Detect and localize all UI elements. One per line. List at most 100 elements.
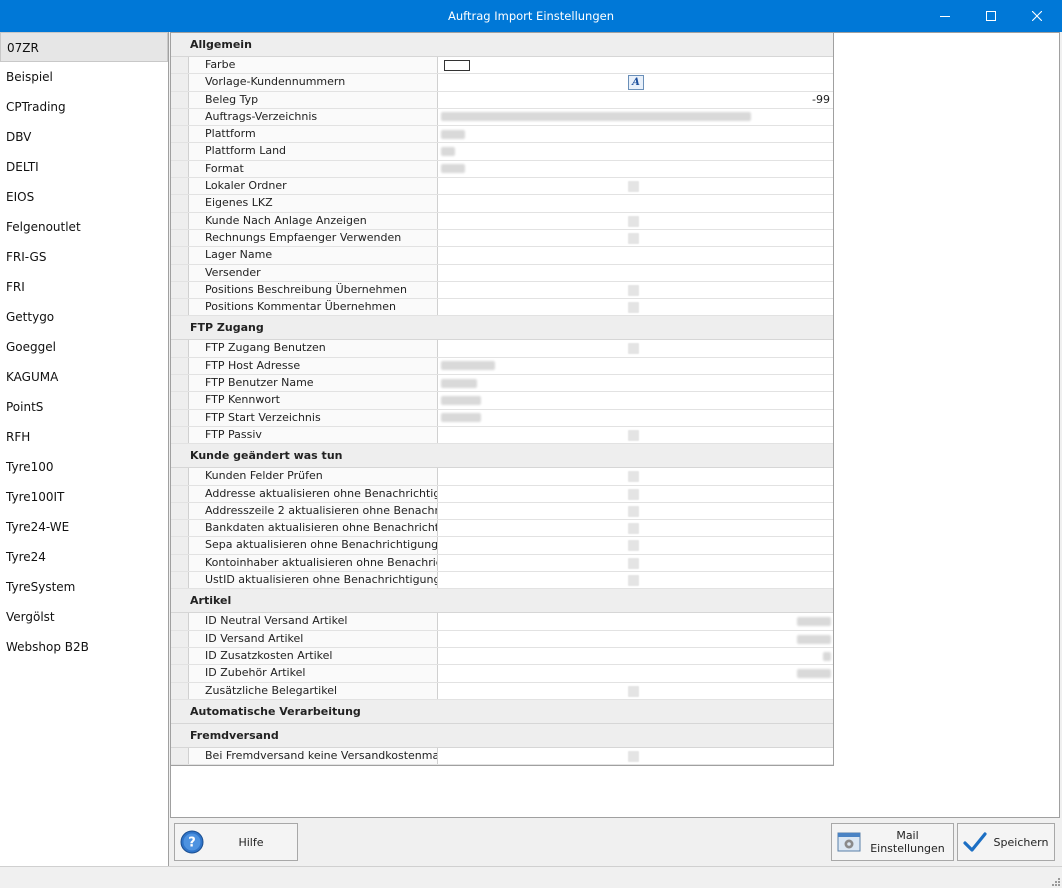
redacted-value[interactable]	[438, 647, 833, 665]
list-item[interactable]: Gettygo	[0, 302, 168, 332]
category-artikel[interactable]: Artikel	[171, 589, 833, 614]
checkbox-cell[interactable]	[438, 537, 833, 554]
property-row[interactable]: UstID aktualisieren ohne Benachrichtigun…	[171, 572, 833, 590]
property-row[interactable]: FTP Host Adresse	[171, 357, 833, 376]
property-row[interactable]: Bei Fremdversand keine Versandkostenmatr…	[171, 747, 833, 766]
checkbox[interactable]	[628, 523, 639, 535]
mail-settings-button[interactable]: Mail Einstellungen	[831, 823, 954, 861]
property-row[interactable]: Plattform Land	[171, 143, 833, 161]
close-button[interactable]	[1014, 0, 1060, 32]
list-item[interactable]: Tyre24-WE	[0, 512, 168, 542]
category-automatische-verarbeitung[interactable]: Automatische Verarbeitung	[171, 699, 833, 724]
list-item[interactable]: FRI	[0, 272, 168, 302]
property-row[interactable]: Kontoinhaber aktualisieren ohne Benachri…	[171, 554, 833, 573]
property-row[interactable]: Beleg Typ -99	[171, 91, 833, 109]
empty-value[interactable]	[438, 264, 833, 281]
property-row[interactable]: FTP Start Verzeichnis	[171, 409, 833, 427]
farbe-value[interactable]	[438, 57, 833, 74]
checkbox-cell[interactable]	[438, 299, 833, 316]
list-item[interactable]: Tyre100	[0, 452, 168, 482]
list-item[interactable]: DELTI	[0, 152, 168, 182]
checkbox[interactable]	[628, 557, 639, 569]
checkbox-cell[interactable]	[438, 554, 833, 572]
resize-grip-icon[interactable]	[1050, 876, 1060, 886]
redacted-value[interactable]	[438, 126, 833, 143]
property-row[interactable]: Positions Kommentar Übernehmen	[171, 299, 833, 317]
property-row[interactable]: Eigenes LKZ	[171, 195, 833, 213]
checkbox[interactable]	[628, 488, 639, 500]
list-item[interactable]: TyreSystem	[0, 572, 168, 602]
list-item[interactable]: EIOS	[0, 182, 168, 212]
list-item[interactable]: 07ZR	[0, 32, 168, 62]
list-item[interactable]: Felgenoutlet	[0, 212, 168, 242]
checkbox[interactable]	[628, 343, 639, 355]
list-item[interactable]: Goeggel	[0, 332, 168, 362]
property-row[interactable]: Lokaler Ordner	[171, 178, 833, 196]
checkbox[interactable]	[628, 284, 639, 296]
category-kunde[interactable]: Kunde geändert was tun	[171, 444, 833, 469]
checkbox-cell[interactable]	[438, 340, 833, 357]
text-style-icon[interactable]: A	[628, 75, 644, 91]
beleg-typ-value[interactable]: -99	[438, 91, 833, 108]
property-row[interactable]: Farbe	[171, 57, 833, 75]
list-item[interactable]: KAGUMA	[0, 362, 168, 392]
checkbox[interactable]	[628, 232, 639, 244]
property-row[interactable]: Vorlage-Kundennummern A	[171, 74, 833, 92]
property-row[interactable]: Versender	[171, 264, 833, 282]
minimize-button[interactable]	[922, 0, 968, 32]
property-row[interactable]: Format	[171, 160, 833, 179]
checkbox-cell[interactable]	[438, 281, 833, 299]
list-item[interactable]: DBV	[0, 122, 168, 152]
redacted-value[interactable]	[438, 375, 833, 392]
empty-value[interactable]	[438, 195, 833, 212]
list-item[interactable]: Beispiel	[0, 62, 168, 92]
property-row[interactable]: Addresszeile 2 aktualisieren ohne Benach…	[171, 502, 833, 521]
category-ftp[interactable]: FTP Zugang	[171, 316, 833, 341]
redacted-value[interactable]	[438, 630, 833, 647]
property-row[interactable]: Auftrags-Verzeichnis	[171, 108, 833, 127]
property-row[interactable]: Kunden Felder Prüfen	[171, 468, 833, 486]
checkbox-cell[interactable]	[438, 502, 833, 520]
vorlage-value[interactable]: A	[438, 74, 833, 91]
property-row[interactable]: FTP Benutzer Name	[171, 375, 833, 393]
list-item[interactable]: CPTrading	[0, 92, 168, 122]
property-row[interactable]: Plattform	[171, 126, 833, 144]
checkbox-cell[interactable]	[438, 468, 833, 485]
checkbox[interactable]	[628, 429, 639, 441]
category-allgemein[interactable]: Allgemein	[171, 33, 833, 57]
checkbox[interactable]	[628, 685, 639, 697]
list-item[interactable]: Webshop B2B	[0, 632, 168, 662]
checkbox[interactable]	[628, 302, 639, 314]
property-row[interactable]: ID Versand Artikel	[171, 630, 833, 648]
list-item[interactable]: Tyre100IT	[0, 482, 168, 512]
category-fremdversand[interactable]: Fremdversand	[171, 723, 833, 748]
redacted-value[interactable]	[438, 108, 833, 126]
property-row[interactable]: FTP Passiv	[171, 426, 833, 445]
property-row[interactable]: Bankdaten aktualisieren ohne Benachricht…	[171, 520, 833, 538]
checkbox[interactable]	[628, 471, 639, 483]
redacted-value[interactable]	[438, 392, 833, 409]
checkbox[interactable]	[628, 505, 639, 517]
property-row[interactable]: Rechnungs Empfaenger Verwenden	[171, 229, 833, 248]
redacted-value[interactable]	[438, 409, 833, 426]
checkbox[interactable]	[628, 575, 639, 587]
checkbox-cell[interactable]	[438, 485, 833, 502]
checkbox-cell[interactable]	[438, 212, 833, 229]
property-row[interactable]: ID Zusatzkosten Artikel	[171, 647, 833, 666]
property-row[interactable]: Kunde Nach Anlage Anzeigen	[171, 212, 833, 230]
empty-value[interactable]	[438, 247, 833, 264]
maximize-button[interactable]	[968, 0, 1014, 32]
property-row[interactable]: ID Zubehör Artikel	[171, 665, 833, 683]
list-item[interactable]: FRI-GS	[0, 242, 168, 272]
list-item[interactable]: Tyre24	[0, 542, 168, 572]
list-item[interactable]: RFH	[0, 422, 168, 452]
list-item[interactable]: PointS	[0, 392, 168, 422]
checkbox-cell[interactable]	[438, 426, 833, 444]
redacted-value[interactable]	[438, 143, 833, 160]
checkbox-cell[interactable]	[438, 572, 833, 589]
property-row[interactable]: Sepa aktualisieren ohne Benachrichtigung	[171, 537, 833, 555]
redacted-value[interactable]	[438, 160, 833, 178]
checkbox-cell[interactable]	[438, 229, 833, 247]
help-button[interactable]: ? Hilfe	[174, 823, 298, 861]
list-item[interactable]: Vergölst	[0, 602, 168, 632]
